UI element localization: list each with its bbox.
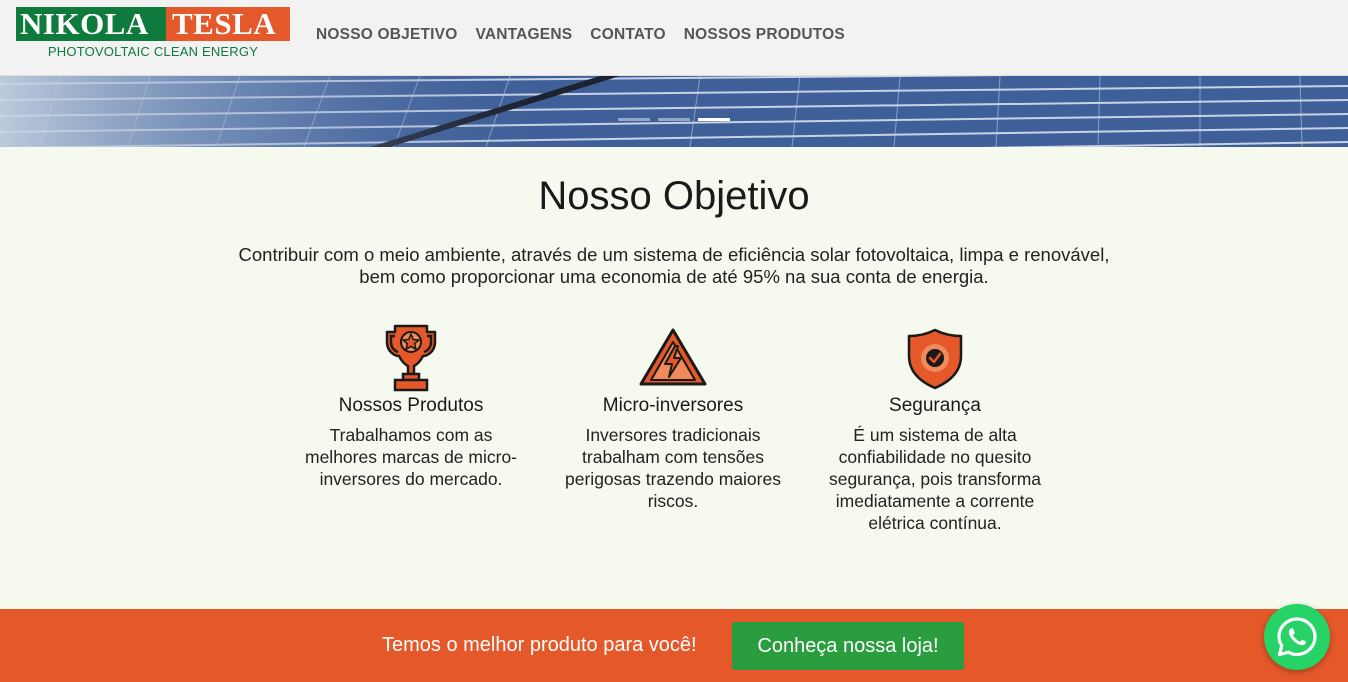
logo-wordmark: NIKOLA TESLA — [16, 7, 290, 41]
section-title: Nosso Objetivo — [538, 174, 810, 218]
shield-check-icon — [907, 328, 963, 390]
logo-tagline: PHOTOVOLTAIC CLEAN ENERGY — [47, 44, 259, 59]
cta-text: Temos o melhor produto para você! — [382, 634, 697, 656]
site-header: NIKOLA TESLA PHOTOVOLTAIC CLEAN ENERGY N… — [0, 0, 1348, 76]
feature-micro-inversores: Micro-inversores Inversores tradicionais… — [562, 322, 784, 512]
feature-text: É um sistema de alta confiabilidade no q… — [828, 425, 1042, 533]
shop-button[interactable]: Conheça nossa loja! — [732, 622, 964, 670]
nav-item-contato[interactable]: CONTATO — [590, 24, 665, 46]
nav-item-nosso-objetivo[interactable]: NOSSO OBJETIVO — [316, 24, 457, 46]
carousel-dot-2[interactable] — [658, 118, 690, 121]
high-voltage-warning-icon — [639, 328, 707, 386]
feature-text: Inversores tradicionais trabalham com te… — [565, 425, 781, 511]
whatsapp-icon — [1277, 617, 1317, 657]
nav-item-nossos-produtos[interactable]: NOSSOS PRODUTOS — [684, 24, 845, 46]
solar-panels-image — [0, 76, 1348, 147]
trophy-icon — [385, 324, 437, 392]
feature-title: Micro-inversores — [602, 395, 744, 416]
main-nav: NOSSO OBJETIVO VANTAGENS CONTATO NOSSOS … — [316, 24, 845, 46]
carousel-indicators — [618, 118, 730, 121]
logo-name-left: NIKOLA — [16, 7, 166, 41]
feature-nossos-produtos: Nossos Produtos Trabalhamos com as melho… — [300, 322, 522, 490]
carousel-dot-3[interactable] — [698, 118, 730, 121]
feature-title: Nossos Produtos — [338, 395, 484, 416]
nav-item-vantagens[interactable]: VANTAGENS — [475, 24, 572, 46]
feature-seguranca: Segurança É um sistema de alta confiabil… — [814, 322, 1056, 534]
section-intro: Contribuir com o meio ambiente, através … — [150, 244, 1198, 288]
feature-text: Trabalhamos com as melhores marcas de mi… — [305, 425, 517, 489]
carousel-dot-1[interactable] — [618, 118, 650, 121]
feature-title: Segurança — [889, 395, 981, 416]
cta-bar: Temos o melhor produto para você! — [0, 609, 1348, 682]
intro-line-2: bem como proporcionar uma economia de at… — [359, 266, 989, 287]
logo-name-right: TESLA — [166, 7, 290, 41]
intro-line-1: Contribuir com o meio ambiente, através … — [238, 244, 1110, 265]
hero-banner — [0, 76, 1348, 147]
whatsapp-button[interactable] — [1264, 604, 1330, 670]
logo[interactable]: NIKOLA TESLA PHOTOVOLTAIC CLEAN ENERGY — [16, 7, 290, 65]
